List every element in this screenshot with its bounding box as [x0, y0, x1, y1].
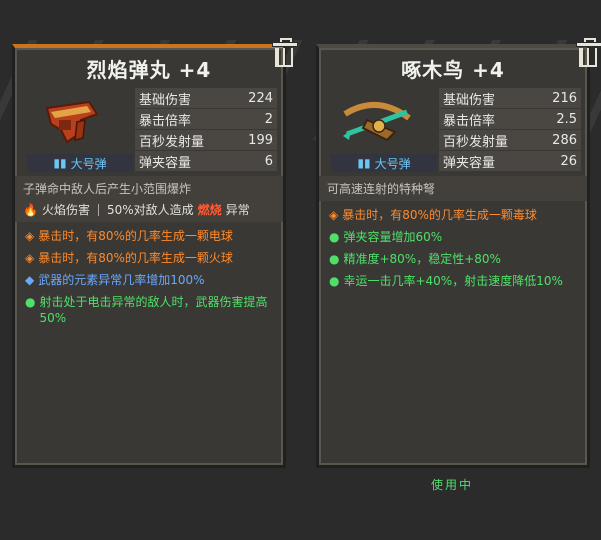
trash-icon[interactable] — [271, 38, 298, 68]
stat-row: 百秒发射量 286 — [439, 130, 581, 150]
bullet-icon: ▮▮ — [53, 156, 67, 170]
weapon-title: 烈焰弹丸 +4 — [86, 57, 212, 82]
effect-item: ◈ 暴击时，有80%的几率生成一颗毒球 — [329, 208, 537, 222]
weapon-description: 子弹命中敌人后产生小范围爆炸 — [15, 176, 283, 201]
bullet-icon: ▮▮ — [357, 156, 371, 170]
effect-item: ◆ 武器的元素异常几率增加100% — [25, 273, 205, 287]
stat-row: 暴击倍率 2.5 — [439, 109, 581, 129]
effect-list: ◈ 暴击时，有80%的几率生成一颗毒球 ● 弹夹容量增加60% ● 精准度+80%，稳… — [319, 201, 587, 301]
effect-item: ◈ 暴击时，有80%的几率生成一颗电球 — [25, 229, 233, 243]
ammo-type-badge: ▮▮ 大号弹 — [27, 154, 133, 172]
in-use-status: 使用中 — [431, 478, 474, 492]
stat-row: 基础伤害 216 — [439, 88, 581, 108]
damage-type-label: 火焰伤害 — [41, 203, 90, 217]
stats-table: 基础伤害 224 暴击倍率 2 百秒发射量 199 弹夹容量 6 — [135, 88, 277, 172]
weapon-title: 啄木鸟 +4 — [401, 57, 505, 82]
effect-item: ● 弹夹容量增加60% — [329, 230, 443, 244]
effect-prefix: 50%对敌人造成 — [106, 203, 194, 217]
fire-icon: 🔥 — [23, 202, 38, 217]
flame-pistol-icon — [45, 100, 99, 144]
effect-item: ● 射击处于电击异常的敌人时，武器伤害提高50% — [25, 295, 268, 325]
ammo-type-label: 大号弹 — [70, 156, 107, 171]
stat-row: 百秒发射量 199 — [135, 130, 277, 150]
crossbow-icon — [343, 101, 411, 142]
weapon-card-left[interactable]: 烈焰弹丸 +4 ▮▮ 大号弹 基础伤害 224 暴击倍率 2 百秒发射量 199 弹夹… — [12, 38, 298, 468]
ammo-type-badge: ▮▮ 大号弹 — [331, 154, 437, 172]
effect-list: ◈ 暴击时，有80%的几率生成一颗电球 ◈ 暴击时，有80%的几率生成一颗火球 ◆ 武… — [15, 222, 283, 338]
effect-item: ◈ 暴击时，有80%的几率生成一颗火球 — [25, 251, 233, 265]
stat-row: 基础伤害 224 — [135, 88, 277, 108]
weapon-description: 可高速连射的特种弩 — [319, 176, 587, 201]
effect-suffix: 异常 — [225, 203, 250, 217]
stat-row: 弹夹容量 26 — [439, 151, 581, 171]
effect-item: ● 精准度+80%，稳定性+80% — [329, 252, 501, 266]
burn-effect: 燃烧 — [197, 203, 222, 217]
effect-item: ● 幸运一击几率+40%，射击速度降低10% — [329, 274, 563, 288]
weapon-card-right[interactable]: 啄木鸟 +4 ▮▮ 大号弹 基础伤害 216 暴击倍率 2.5 百秒发射量 286 弹… — [316, 38, 601, 468]
damage-type-line: 🔥 火焰伤害 50%对敌人造成 燃烧 异常 — [15, 201, 283, 222]
stat-row: 弹夹容量 6 — [135, 151, 277, 171]
stats-table: 基础伤害 216 暴击倍率 2.5 百秒发射量 286 弹夹容量 26 — [439, 88, 581, 172]
ammo-type-label: 大号弹 — [374, 156, 411, 171]
stat-row: 暴击倍率 2 — [135, 109, 277, 129]
trash-icon[interactable] — [575, 38, 601, 68]
